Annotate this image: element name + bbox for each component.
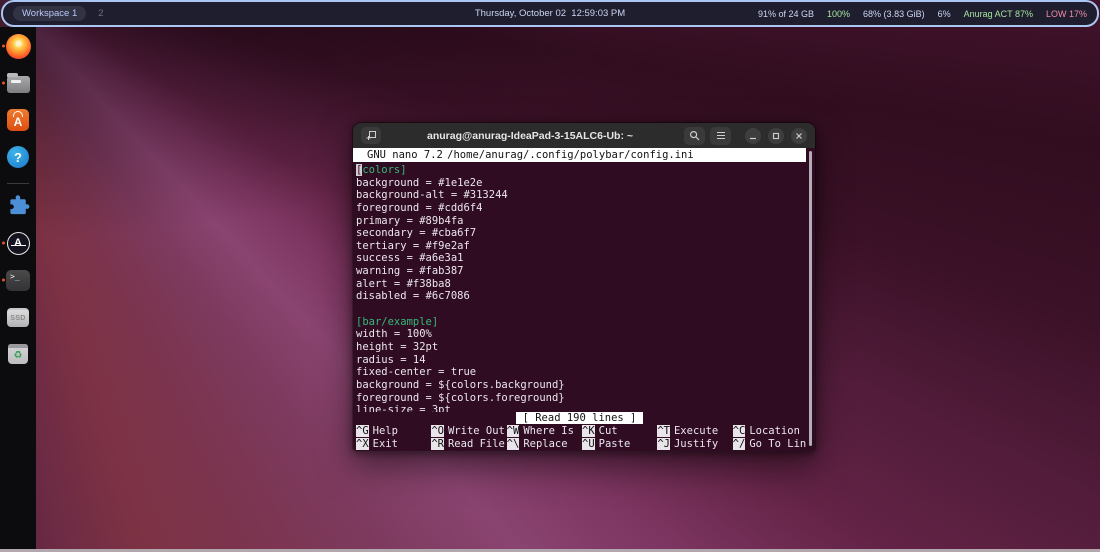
desktop: Workspace 1 2 Thursday, October 02 12:59:… [0, 0, 1100, 552]
nano-shortcut-help[interactable]: ^GHelp [356, 425, 429, 438]
nano-shortcut-write-out[interactable]: ^OWrite Out [431, 425, 504, 438]
hamburger-menu-icon [716, 131, 726, 140]
dock-item-terminal[interactable]: >_ [0, 267, 36, 293]
code-line: height = 32pt [356, 341, 806, 354]
nano-shortcut-bar: ^GHelp^OWrite Out^WWhere Is^KCut^TExecut… [353, 424, 806, 451]
nano-shortcut-where-is[interactable]: ^WWhere Is [507, 425, 580, 438]
status-module: Anurag ACT 87% [964, 9, 1033, 19]
nano-shortcut-read-file[interactable]: ^RRead File [431, 438, 504, 451]
code-line: width = 100% [356, 328, 806, 341]
code-line: secondary = #cba6f7 [356, 227, 806, 240]
nano-shortcut-cut[interactable]: ^KCut [582, 425, 655, 438]
app-center-icon: A [7, 109, 29, 131]
search-button[interactable] [684, 127, 705, 145]
status-module: LOW 17% [1046, 9, 1087, 19]
nano-shortcut-execute[interactable]: ^TExecute [657, 425, 730, 438]
nano-shortcut-replace[interactable]: ^\Replace [507, 438, 580, 451]
running-indicator [2, 279, 5, 282]
firefox-icon [6, 34, 31, 59]
text-cursor: [ [356, 164, 362, 176]
new-tab-icon [366, 130, 377, 141]
polybar: Workspace 1 2 Thursday, October 02 12:59:… [1, 0, 1099, 27]
code-line: [bar/example] [356, 316, 806, 329]
terminal-titlebar[interactable]: anurag@anurag-IdeaPad-3-15ALC6-Ub: ~ [353, 123, 815, 148]
code-line: foreground = ${colors.foreground} [356, 392, 806, 405]
close-button[interactable] [791, 128, 807, 144]
minimize-button[interactable] [745, 128, 761, 144]
workspace-2[interactable]: 2 [98, 8, 103, 19]
code-line: tertiary = #f9e2af [356, 240, 806, 253]
code-line: background = #1e1e2e [356, 177, 806, 190]
dock-item-app-center[interactable]: A [0, 107, 36, 133]
ssd-drive-icon: SSD [7, 308, 29, 327]
code-line: background-alt = #313244 [356, 189, 806, 202]
code-line: success = #a6e3a1 [356, 252, 806, 265]
code-line: primary = #89b4fa [356, 215, 806, 228]
nano-shortcut-go-to-line[interactable]: ^/Go To Line [733, 438, 806, 451]
dock-item-a-logo[interactable]: A [0, 230, 36, 256]
recycle-glyph: ♻ [14, 351, 23, 361]
code-line: foreground = #cdd6f4 [356, 202, 806, 215]
nano-status-message: [ Read 190 lines ] [516, 412, 644, 424]
app-center-letter: A [14, 114, 23, 131]
dock-divider [7, 183, 29, 184]
code-line: background = ${colors.background} [356, 379, 806, 392]
nano-file-path: /home/anurag/.config/polybar/config.ini [447, 148, 694, 162]
maximize-icon [772, 132, 780, 140]
terminal-prompt-glyph: >_ [10, 272, 20, 281]
ssd-label: SSD [10, 315, 25, 322]
code-line: radius = 14 [356, 354, 806, 367]
new-tab-button[interactable] [361, 127, 381, 144]
terminal-icon: >_ [6, 270, 30, 291]
a-logo-letter: A [14, 237, 22, 249]
maximize-button[interactable] [768, 128, 784, 144]
nano-shortcut-paste[interactable]: ^UPaste [582, 438, 655, 451]
nano-shortcut-justify[interactable]: ^JJustify [657, 438, 730, 451]
status-module: 100% [827, 9, 850, 19]
dock-item-firefox[interactable] [0, 33, 36, 59]
nano-shortcut-location[interactable]: ^CLocation [733, 425, 806, 438]
minimize-icon [749, 132, 757, 140]
workspace-workspace-1[interactable]: Workspace 1 [13, 6, 86, 21]
nano-titlebar: GNU nano 7.2 /home/anurag/.config/polyba… [353, 148, 806, 162]
menu-button[interactable] [710, 127, 731, 145]
status-module: 6% [938, 9, 951, 19]
help-icon: ? [7, 146, 29, 168]
code-line: fixed-center = true [356, 366, 806, 379]
dock: A ? A >_ SSD [0, 27, 36, 549]
nano-version: GNU nano 7.2 [367, 149, 443, 161]
files-icon [7, 76, 30, 93]
running-indicator [2, 82, 5, 85]
dock-item-help[interactable]: ? [0, 144, 36, 170]
terminal-scrollbar[interactable] [806, 148, 815, 451]
code-line: line-size = 3pt [356, 404, 806, 412]
nano-shortcut-exit[interactable]: ^XExit [356, 438, 429, 451]
puzzle-icon [6, 194, 30, 218]
workspace-switcher: Workspace 1 2 [13, 6, 104, 21]
status-module: 91% of 24 GB [758, 9, 814, 19]
dock-item-ssd-drive[interactable]: SSD [0, 304, 36, 330]
trash-icon: ♻ [8, 344, 28, 364]
code-line: disabled = #6c7086 [356, 290, 806, 303]
code-line: alert = #f38ba8 [356, 278, 806, 291]
status-module: 68% (3.83 GiB) [863, 9, 925, 19]
running-indicator [2, 45, 5, 48]
scrollbar-thumb[interactable] [809, 151, 812, 446]
help-glyph: ? [14, 150, 22, 165]
editor-area[interactable]: [colors]background = #1e1e2ebackground-a… [353, 162, 806, 412]
code-line: warning = #fab387 [356, 265, 806, 278]
a-logo-icon: A [7, 232, 30, 255]
window-title: anurag@anurag-IdeaPad-3-15ALC6-Ub: ~ [381, 130, 679, 142]
running-indicator [2, 242, 5, 245]
code-line: [colors] [356, 164, 806, 177]
terminal-window: anurag@anurag-IdeaPad-3-15ALC6-Ub: ~ [352, 122, 816, 452]
clock: Thursday, October 02 12:59:03 PM [475, 8, 625, 19]
search-icon [689, 130, 700, 141]
dock-item-trash[interactable]: ♻ [0, 341, 36, 367]
system-status-modules: 91% of 24 GB 100% 68% (3.83 GiB) 6% Anurag A… [758, 9, 1087, 19]
dock-item-extensions[interactable] [0, 193, 36, 219]
dock-item-files[interactable] [0, 70, 36, 96]
code-line [356, 303, 806, 316]
close-icon [795, 132, 803, 140]
